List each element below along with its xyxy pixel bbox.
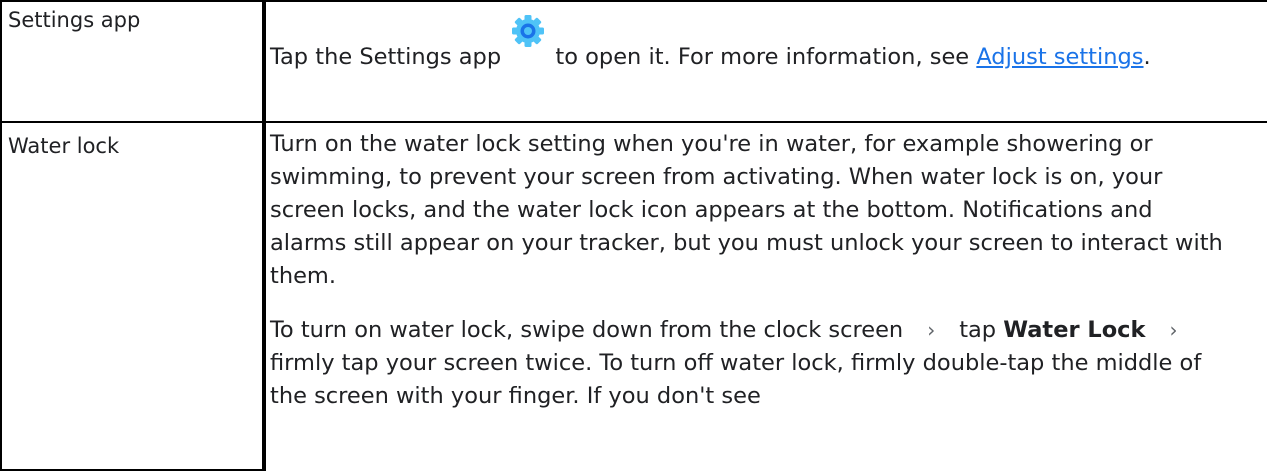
table-row-water-lock: Water lock Turn on the water lock settin… [0, 121, 1267, 471]
water-lock-bold-label: Water Lock [1003, 317, 1146, 343]
row-label-text: Water lock [8, 134, 120, 158]
description-text-cont: to open it. For more information, see [548, 44, 977, 70]
chevron-right-icon: › [1169, 318, 1178, 342]
description-paragraph-2: To turn on water lock, swipe down from t… [270, 314, 1227, 413]
row-label: Water lock [0, 121, 266, 471]
settings-table: Settings app Tap the Settings app to ope… [0, 0, 1267, 471]
adjust-settings-link[interactable]: Adjust settings [976, 44, 1143, 70]
description-paragraph-1: Turn on the water lock setting when you'… [270, 131, 1223, 289]
table-row-settings-app: Settings app Tap the Settings app to ope… [0, 0, 1267, 123]
row-description: Turn on the water lock setting when you'… [264, 121, 1267, 470]
description-end: . [1143, 44, 1151, 70]
settings-gear-icon [511, 15, 545, 70]
description-text: Tap the Settings app [270, 44, 502, 70]
row-label-text: Settings app [8, 8, 141, 32]
row-description: Tap the Settings app to open it. For mor… [264, 0, 1267, 123]
instruction-text-2: tap [959, 317, 1004, 343]
chevron-right-icon: › [927, 318, 936, 342]
instruction-text-1: To turn on water lock, swipe down from t… [270, 317, 904, 343]
row-label: Settings app [0, 0, 266, 123]
description-paragraph: Tap the Settings app to open it. For mor… [270, 15, 1227, 74]
instruction-text-3: firmly tap your screen twice. To turn of… [270, 350, 1202, 409]
